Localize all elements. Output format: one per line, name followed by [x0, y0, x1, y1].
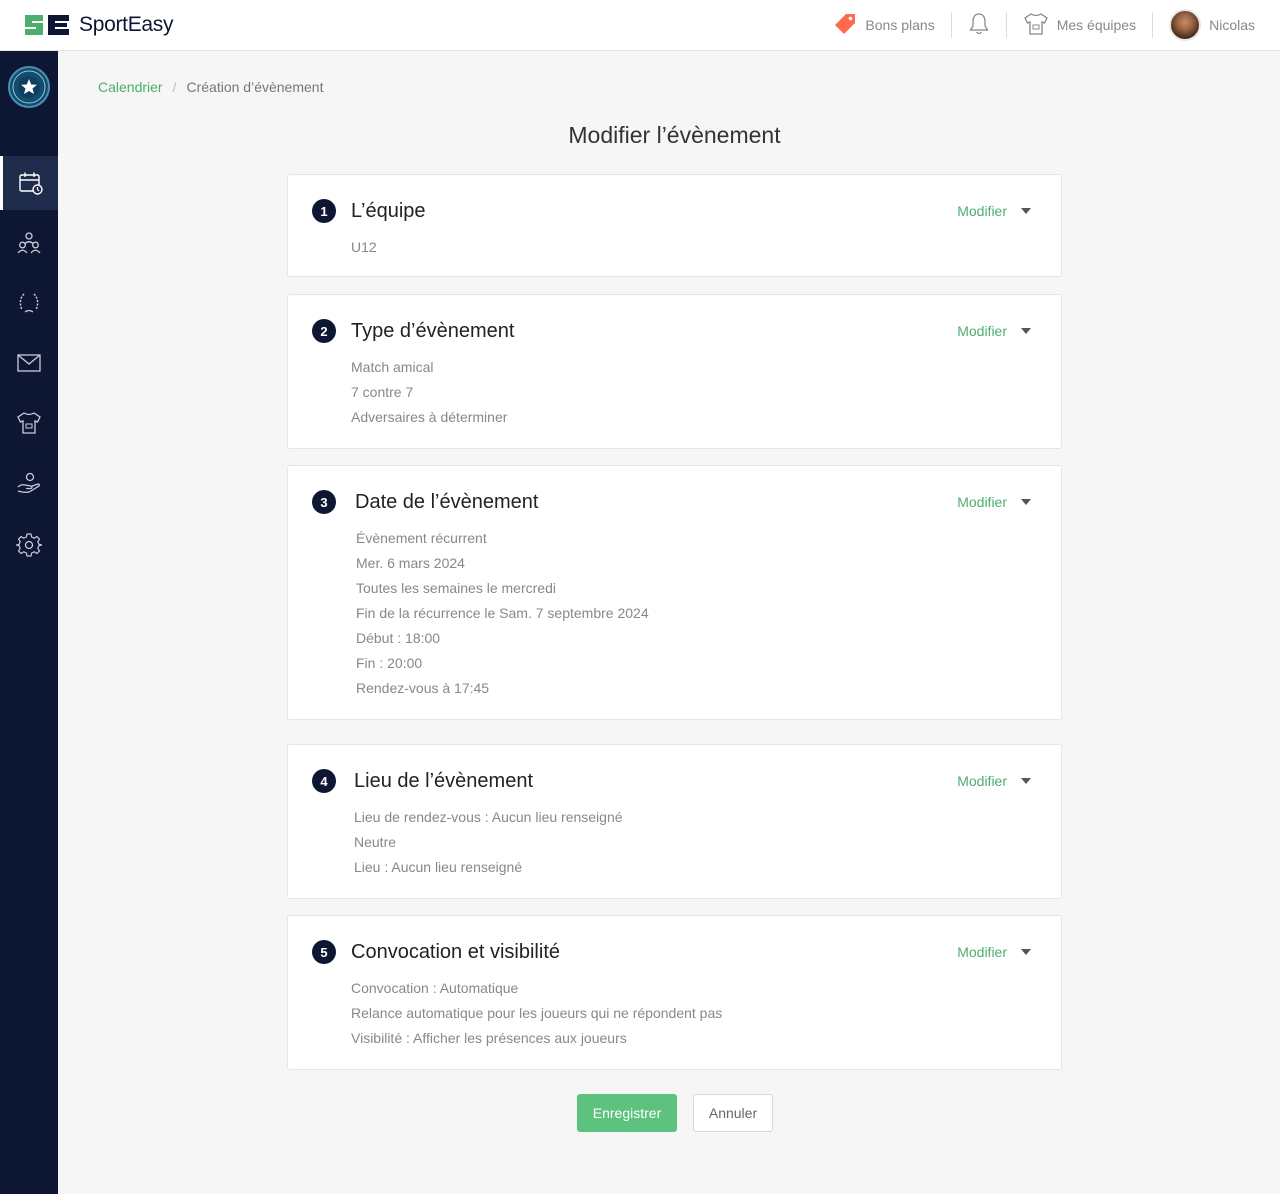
- section-title: L’équipe: [351, 200, 426, 222]
- step-number: 1: [312, 199, 336, 223]
- bell-icon: [968, 12, 990, 39]
- detail-line: Adversaires à déterminer: [351, 409, 508, 425]
- nav-user[interactable]: Nicolas: [1152, 9, 1280, 41]
- section-details: Évènement récurrent Mer. 6 mars 2024 Tou…: [356, 528, 649, 703]
- caret-down-icon: [1021, 499, 1031, 505]
- modify-label: Modifier: [957, 944, 1007, 960]
- club-crest-icon: [12, 70, 46, 104]
- section-title: Date de l’évènement: [355, 491, 539, 513]
- detail-line: Évènement récurrent: [356, 530, 487, 546]
- modify-label: Modifier: [957, 323, 1007, 339]
- detail-line: Relance automatique pour les joueurs qui…: [351, 1005, 723, 1021]
- club-logo[interactable]: [8, 66, 50, 108]
- step-number: 3: [312, 490, 336, 514]
- sidebar-item-members[interactable]: [0, 216, 58, 270]
- detail-line: Convocation : Automatique: [351, 980, 519, 996]
- nav-notifications[interactable]: [950, 12, 1006, 39]
- section-title: Type d’évènement: [351, 320, 515, 342]
- step-number: 2: [312, 319, 336, 343]
- breadcrumb: Calendrier / Création d’évènement: [98, 79, 323, 95]
- section-details: U12: [351, 237, 377, 262]
- section-details: Match amical 7 contre 7 Adversaires à dé…: [351, 357, 507, 432]
- step-number: 4: [312, 769, 336, 793]
- section-team: 1 L’équipe Modifier U12: [287, 174, 1062, 277]
- section-event-type: 2 Type d’évènement Modifier Match amical…: [287, 294, 1062, 449]
- nav-deals[interactable]: Bons plans: [817, 12, 950, 38]
- section-convocation: 5 Convocation et visibilité Modifier Con…: [287, 915, 1062, 1070]
- calendar-icon: [18, 172, 43, 195]
- sidebar-item-equipment[interactable]: [0, 396, 58, 450]
- save-button[interactable]: Enregistrer: [577, 1094, 677, 1132]
- detail-line: Fin : 20:00: [356, 655, 423, 671]
- sporteasy-logo[interactable]: SportEasy: [23, 12, 173, 38]
- sidebar-item-messages[interactable]: [0, 336, 58, 390]
- jersey-icon: [17, 412, 41, 434]
- modify-button[interactable]: Modifier: [957, 203, 1031, 219]
- cancel-button[interactable]: Annuler: [693, 1094, 773, 1132]
- modify-button[interactable]: Modifier: [957, 323, 1031, 339]
- modify-button[interactable]: Modifier: [957, 944, 1031, 960]
- caret-down-icon: [1021, 949, 1031, 955]
- modify-button[interactable]: Modifier: [957, 773, 1031, 789]
- detail-line: Neutre: [354, 834, 397, 850]
- modify-label: Modifier: [957, 773, 1007, 789]
- detail-line: Visibilité : Afficher les présences aux …: [351, 1030, 627, 1046]
- detail-line: Début : 18:00: [356, 630, 441, 646]
- trophy-icon: [19, 293, 39, 313]
- top-nav: Bons plans Mes équipes Nicolas: [817, 0, 1280, 50]
- members-icon: [17, 232, 41, 254]
- sidebar-item-settings[interactable]: [0, 518, 58, 572]
- sidebar-item-support[interactable]: [0, 456, 58, 510]
- nav-deals-label: Bons plans: [865, 17, 935, 33]
- sidebar: [0, 51, 58, 1194]
- settings-icon: [16, 533, 42, 557]
- jersey-icon: [1023, 12, 1049, 39]
- section-details: Lieu de rendez-vous : Aucun lieu renseig…: [354, 807, 623, 882]
- modify-label: Modifier: [957, 494, 1007, 510]
- section-title: Convocation et visibilité: [351, 941, 560, 963]
- section-event-date: 3 Date de l’évènement Modifier Évènement…: [287, 465, 1062, 720]
- tag-icon: [833, 12, 857, 39]
- breadcrumb-calendar-link[interactable]: Calendrier: [98, 79, 163, 95]
- caret-down-icon: [1021, 208, 1031, 214]
- breadcrumb-current: Création d’évènement: [186, 79, 324, 95]
- nav-user-name: Nicolas: [1209, 17, 1255, 33]
- detail-line: Match amical: [351, 359, 434, 375]
- hand-heart-icon: [17, 472, 40, 493]
- modify-label: Modifier: [957, 203, 1007, 219]
- detail-line: Toutes les semaines le mercredi: [356, 580, 556, 596]
- top-bar: SportEasy Bons plans Mes équipes Nicolas: [0, 0, 1280, 51]
- avatar: [1169, 9, 1202, 41]
- nav-teams-label: Mes équipes: [1056, 17, 1137, 33]
- step-number: 5: [312, 940, 336, 964]
- caret-down-icon: [1021, 778, 1031, 784]
- caret-down-icon: [1021, 328, 1031, 334]
- detail-line: Lieu : Aucun lieu renseigné: [354, 859, 523, 875]
- section-details: Convocation : Automatique Relance automa…: [351, 978, 722, 1053]
- detail-line: Lieu de rendez-vous : Aucun lieu renseig…: [354, 809, 623, 825]
- modify-button[interactable]: Modifier: [957, 494, 1031, 510]
- sporteasy-logo-icon: [23, 12, 71, 38]
- detail-line: 7 contre 7: [351, 384, 414, 400]
- sidebar-item-calendar[interactable]: [0, 156, 58, 210]
- page-title: Modifier l’évènement: [568, 122, 781, 148]
- section-event-location: 4 Lieu de l’évènement Modifier Lieu de r…: [287, 744, 1062, 899]
- nav-teams[interactable]: Mes équipes: [1005, 12, 1152, 39]
- logo-text: SportEasy: [79, 13, 174, 36]
- sidebar-item-trophies[interactable]: [0, 276, 58, 330]
- detail-line: U12: [351, 239, 377, 255]
- breadcrumb-separator: /: [172, 79, 177, 95]
- section-title: Lieu de l’évènement: [354, 770, 534, 792]
- mail-icon: [17, 354, 41, 372]
- detail-line: Fin de la récurrence le Sam. 7 septembre…: [356, 605, 649, 621]
- detail-line: Mer. 6 mars 2024: [356, 555, 465, 571]
- detail-line: Rendez-vous à 17:45: [356, 680, 490, 696]
